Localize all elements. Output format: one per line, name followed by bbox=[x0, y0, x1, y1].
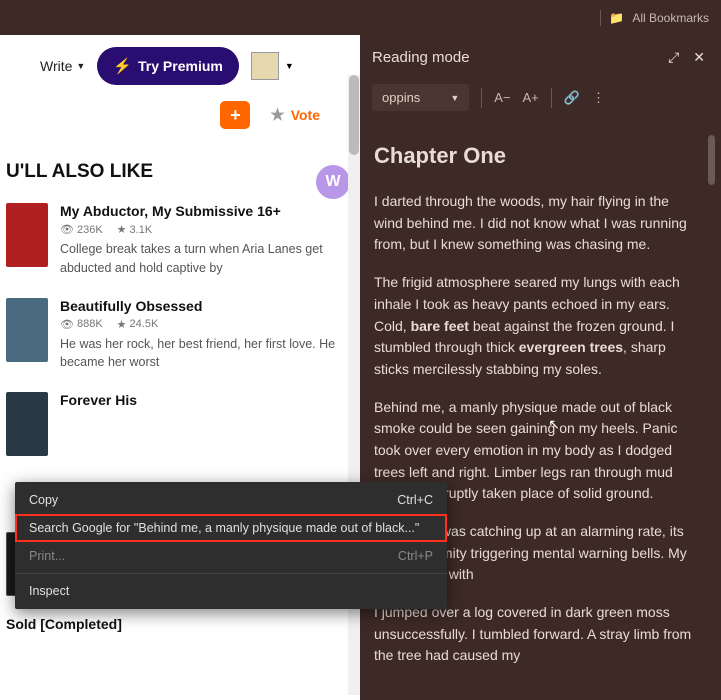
try-premium-button[interactable]: ⚡ Try Premium bbox=[97, 47, 239, 85]
all-bookmarks-link[interactable]: All Bookmarks bbox=[632, 11, 709, 25]
vote-button[interactable]: ★ Vote bbox=[270, 105, 320, 125]
add-button[interactable]: + bbox=[220, 101, 250, 129]
chevron-down-icon: ▼ bbox=[450, 93, 459, 103]
chevron-down-icon: ▼ bbox=[76, 61, 85, 71]
story-title[interactable]: My Abductor, My Submissive 16+ bbox=[60, 203, 354, 219]
story-item[interactable]: Forever His bbox=[6, 382, 354, 466]
scrollbar[interactable] bbox=[708, 135, 715, 695]
story-title[interactable]: Sold [Completed] bbox=[6, 616, 354, 632]
context-copy[interactable]: Copy Ctrl+C bbox=[15, 486, 447, 514]
paragraph: I jumped over a log covered in dark gree… bbox=[374, 602, 693, 667]
reading-mode-title: Reading mode bbox=[372, 49, 470, 66]
story-title[interactable]: Beautifully Obsessed bbox=[60, 298, 354, 314]
star-icon: ★ bbox=[270, 105, 284, 125]
views-stat: 👁236K bbox=[60, 223, 103, 236]
story-cover bbox=[6, 203, 48, 267]
font-decrease-button[interactable]: A− bbox=[494, 90, 510, 105]
pin-icon[interactable]: ⤢ bbox=[668, 49, 679, 66]
user-menu[interactable]: ▼ bbox=[251, 52, 294, 80]
views-stat: 👁888K bbox=[60, 318, 103, 331]
story-item[interactable]: Sold [Completed] bbox=[6, 606, 354, 646]
chapter-title: Chapter One bbox=[374, 139, 693, 173]
story-cover bbox=[6, 298, 48, 362]
context-inspect[interactable]: Inspect bbox=[15, 577, 447, 605]
story-item[interactable]: Beautifully Obsessed 👁888K ★24.5K He was… bbox=[6, 288, 354, 383]
star-icon: ★ bbox=[117, 318, 127, 331]
font-increase-button[interactable]: A+ bbox=[523, 90, 539, 105]
avatar bbox=[251, 52, 279, 80]
write-button[interactable]: Write ▼ bbox=[40, 58, 85, 74]
paragraph: I darted through the woods, my hair flyi… bbox=[374, 191, 693, 256]
story-title[interactable]: Forever His bbox=[60, 392, 354, 408]
eye-icon: 👁 bbox=[60, 318, 74, 331]
eye-icon: 👁 bbox=[60, 223, 74, 236]
w-badge[interactable]: W bbox=[316, 165, 350, 199]
story-desc: He was her rock, her best friend, her fi… bbox=[60, 335, 354, 373]
paragraph: The frigid atmosphere seared my lungs wi… bbox=[374, 272, 693, 380]
context-menu: Copy Ctrl+C Search Google for "Behind me… bbox=[15, 482, 447, 609]
more-icon[interactable]: ⋮ bbox=[592, 90, 605, 106]
stars-stat: ★24.5K bbox=[117, 318, 159, 331]
story-desc: College break takes a turn when Aria Lan… bbox=[60, 240, 354, 278]
context-search-google[interactable]: Search Google for "Behind me, a manly ph… bbox=[15, 514, 447, 542]
story-item[interactable]: My Abductor, My Submissive 16+ 👁236K ★3.… bbox=[6, 193, 354, 288]
stars-stat: ★3.1K bbox=[117, 223, 153, 236]
story-cover bbox=[6, 392, 48, 456]
star-icon: ★ bbox=[117, 223, 127, 236]
chevron-down-icon: ▼ bbox=[285, 61, 294, 71]
section-title: U'LL ALSO LIKE bbox=[0, 143, 360, 193]
link-icon[interactable]: 🔗 bbox=[564, 90, 580, 106]
bolt-icon: ⚡ bbox=[113, 57, 132, 75]
close-icon[interactable]: ✕ bbox=[693, 49, 705, 66]
font-selector[interactable]: oppins ▼ bbox=[372, 84, 469, 111]
folder-icon: 📁 bbox=[609, 11, 624, 25]
context-print[interactable]: Print... Ctrl+P bbox=[15, 542, 447, 570]
